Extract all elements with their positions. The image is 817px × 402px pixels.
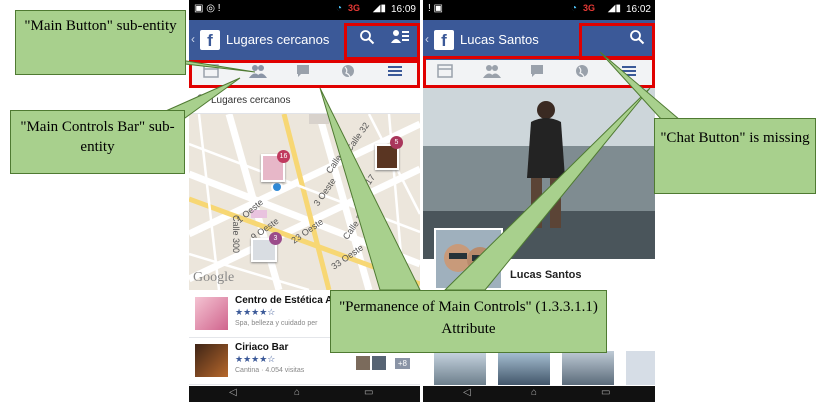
photo-thumbnail[interactable] — [434, 351, 486, 385]
android-nav-bar: ◁ ⌂ ▭ — [423, 386, 655, 402]
search-icon — [197, 94, 206, 106]
profile-avatar[interactable] — [434, 228, 503, 290]
callout-main-button: "Main Button" sub-entity — [15, 10, 186, 75]
signal-battery-icon: ◢▮ — [372, 3, 386, 14]
map-view[interactable]: 1 Oeste 9 Oeste 23 Oeste 33 Oeste Calle … — [189, 114, 420, 290]
place-thumbnail — [195, 344, 228, 377]
status-bar: ▣ ◎ ! ◔ 3G ◢▮ 16:09 — [189, 0, 420, 20]
rating-stars: ★★★★☆ — [235, 307, 276, 317]
home-icon[interactable]: ⌂ — [531, 387, 537, 398]
profile-avatar-image — [436, 230, 501, 288]
rating-stars: ★★★★☆ — [235, 354, 276, 364]
place-meta: Cantina · 4.054 visitas — [235, 367, 305, 374]
clock: 16:09 — [390, 4, 416, 15]
friend-avatar — [356, 356, 370, 370]
callout-chat-missing: "Chat Button" is missing — [654, 118, 816, 194]
android-nav-bar: ◁ ⌂ ▭ — [189, 386, 420, 402]
network-type: 3G — [347, 3, 360, 13]
main-controls-highlight — [189, 60, 420, 88]
search-text: Lugares cercanos — [211, 95, 291, 106]
map-marker-count: 16 — [277, 150, 290, 163]
back-icon[interactable]: ◁ — [229, 387, 237, 398]
map-streets — [189, 114, 420, 290]
facebook-logo: f — [434, 30, 454, 50]
chat-button-highlight — [579, 23, 655, 60]
photo-thumbnail[interactable] — [626, 351, 655, 385]
signal-battery-icon: ◢▮ — [607, 3, 621, 14]
page-title: Lucas Santos — [460, 32, 539, 47]
map-marker-count: 5 — [390, 136, 403, 149]
place-thumbnail — [195, 297, 228, 330]
photo-thumbnail[interactable] — [498, 351, 550, 385]
status-bar: ! ▣ ◔ 3G ◢▮ 16:02 — [423, 0, 655, 20]
photo-thumbnail[interactable] — [562, 351, 614, 385]
callout-main-controls: "Main Controls Bar" sub-entity — [10, 110, 185, 174]
google-logo: Google — [193, 270, 235, 285]
more-friends-count[interactable]: +8 — [394, 358, 410, 369]
search-input[interactable]: Lugares cercanos — [189, 87, 420, 114]
recent-apps-icon[interactable]: ▭ — [364, 387, 373, 398]
network-type: 3G — [582, 3, 595, 13]
home-icon[interactable]: ⌂ — [294, 387, 300, 398]
wifi-icon: ◔ — [335, 3, 342, 14]
recent-apps-icon[interactable]: ▭ — [601, 387, 610, 398]
back-icon[interactable]: ‹ — [425, 32, 429, 46]
page-title: Lugares cercanos — [226, 32, 330, 47]
main-button-highlight — [344, 23, 420, 60]
callout-permanence: "Permanence of Main Controls" (1.3.3.1.1… — [330, 290, 607, 353]
back-icon[interactable]: ‹ — [191, 32, 195, 46]
friend-avatar — [372, 356, 386, 370]
profile-name: Lucas Santos — [510, 269, 582, 281]
notification-icons: ▣ ◎ ! — [194, 3, 221, 14]
clock: 16:02 — [625, 4, 651, 15]
main-controls-highlight — [423, 56, 655, 88]
place-meta: Spa, belleza y cuidado per — [235, 320, 318, 327]
wifi-icon: ◔ — [570, 3, 577, 14]
street-label: Calle 300 — [231, 214, 242, 254]
place-name: Ciriaco Bar — [235, 342, 289, 353]
back-icon[interactable]: ◁ — [463, 387, 471, 398]
place-name: Centro de Estética A — [235, 295, 333, 306]
facebook-logo: f — [200, 30, 220, 50]
map-marker-count: 3 — [269, 232, 282, 245]
notification-icons: ! ▣ — [428, 3, 444, 14]
